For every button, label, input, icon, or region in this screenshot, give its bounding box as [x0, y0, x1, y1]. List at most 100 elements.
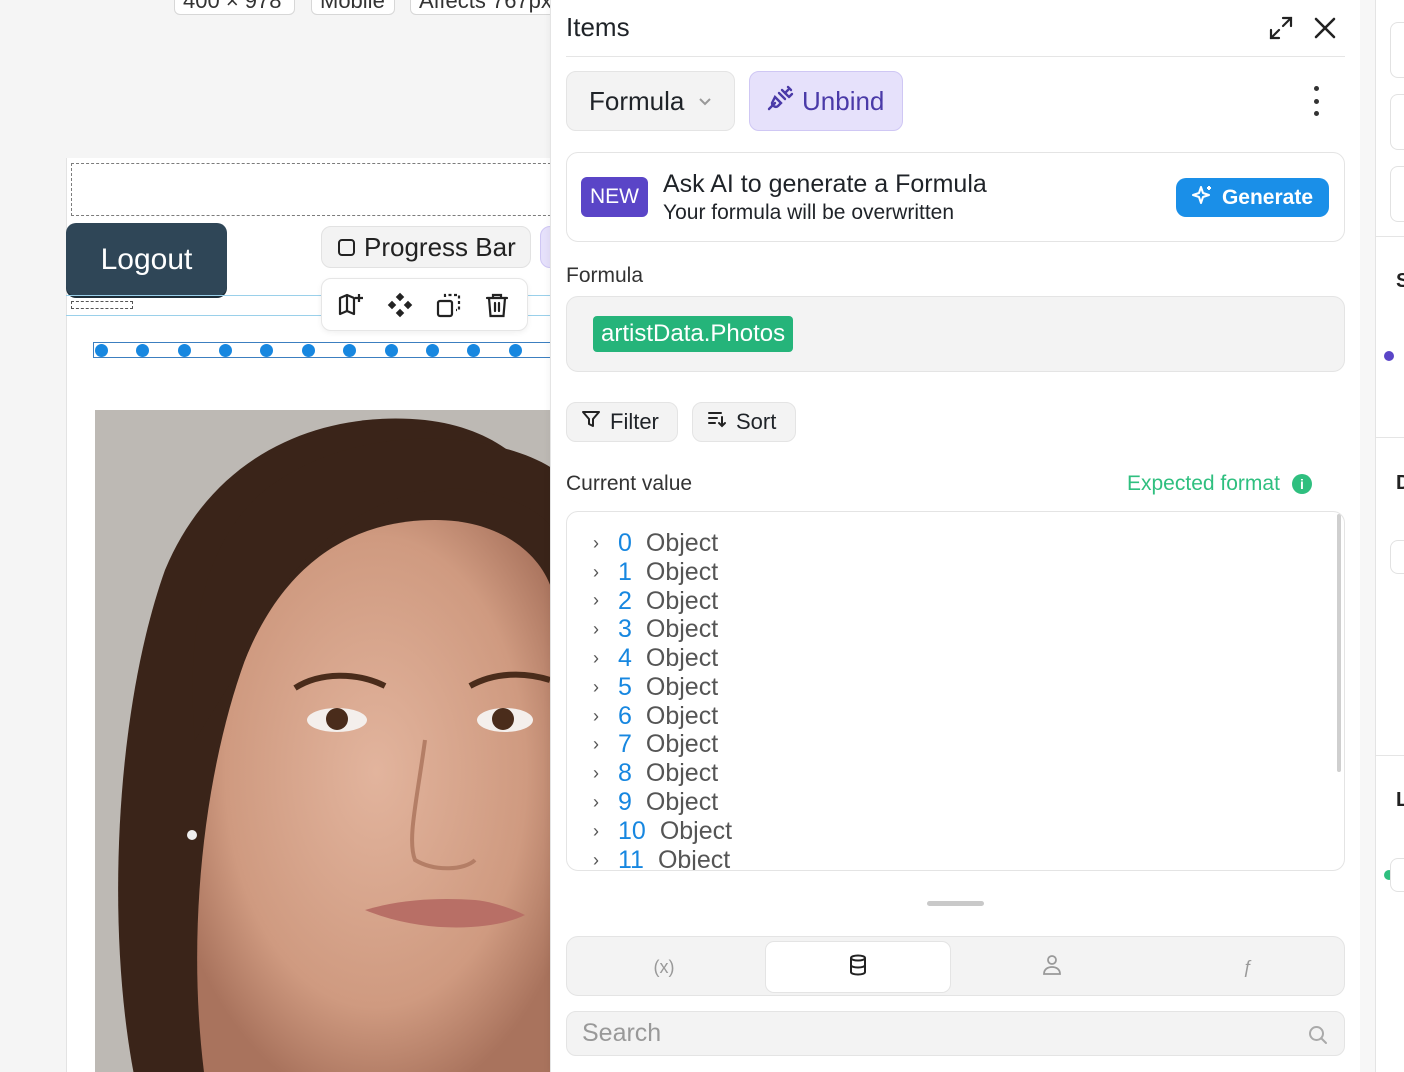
ai-card-subtitle: Your formula will be overwritten	[663, 201, 955, 224]
carousel-dot[interactable]	[385, 344, 398, 357]
formula-editor[interactable]: artistData.Photos	[566, 296, 1345, 372]
tree-value: Object	[645, 788, 719, 817]
chevron-right-icon: ›	[593, 532, 599, 553]
user-tab[interactable]	[959, 941, 1145, 993]
panel-title: Items	[566, 12, 630, 42]
progress-bar-icon	[338, 238, 355, 256]
sidebar-control[interactable]	[1390, 166, 1404, 222]
tree-row[interactable]: › 2 Object	[593, 587, 732, 616]
sidebar-section-letter: L	[1396, 789, 1404, 811]
new-badge: NEW	[581, 177, 648, 217]
database-icon	[848, 954, 868, 981]
search-input[interactable]	[567, 1012, 1344, 1055]
trash-icon[interactable]	[482, 290, 512, 320]
carousel-dot[interactable]	[219, 344, 232, 357]
tree-row[interactable]: › 3 Object	[593, 615, 732, 644]
binding-type-select[interactable]: Formula	[566, 71, 735, 131]
progress-bar-chip[interactable]: Progress Bar	[321, 226, 531, 268]
sparkle-icon	[1191, 184, 1214, 212]
unbind-label: Unbind	[802, 85, 885, 116]
sidebar-section-letter: S	[1396, 270, 1404, 292]
carousel-dot[interactable]	[260, 344, 273, 357]
sidebar-control[interactable]	[1390, 858, 1404, 892]
user-icon	[1042, 954, 1062, 981]
portrait-photo[interactable]	[95, 410, 551, 1072]
small-placeholder[interactable]	[71, 301, 133, 309]
carousel-dots[interactable]	[93, 342, 551, 358]
add-element-icon[interactable]	[337, 290, 367, 320]
sidebar-control[interactable]	[1390, 22, 1404, 78]
carousel-dot[interactable]	[426, 344, 439, 357]
database-tab[interactable]	[765, 941, 951, 993]
chevron-right-icon: ›	[593, 849, 599, 870]
sort-button[interactable]: Sort	[692, 402, 796, 442]
tree-value: Object	[659, 816, 733, 845]
logout-button[interactable]: Logout	[66, 223, 227, 296]
carousel-dot[interactable]	[343, 344, 356, 357]
chevron-down-icon	[698, 93, 712, 109]
tree-value: Object	[645, 644, 719, 673]
tree-key: 10	[618, 816, 646, 845]
tree-row[interactable]: › 6 Object	[593, 702, 732, 731]
duplicate-icon[interactable]	[434, 290, 464, 320]
unbind-button[interactable]: Unbind	[749, 71, 903, 131]
more-options-icon[interactable]	[1303, 86, 1329, 116]
carousel-dot[interactable]	[467, 344, 480, 357]
variables-tab[interactable]: (x)	[571, 941, 757, 993]
carousel-dot[interactable]	[302, 344, 315, 357]
chevron-right-icon: ›	[593, 590, 599, 611]
tree-row[interactable]: › 11 Object	[593, 846, 732, 870]
filter-icon	[581, 409, 601, 435]
chevron-right-icon: ›	[593, 792, 599, 813]
chevron-right-icon: ›	[593, 676, 599, 697]
sidebar-control[interactable]	[1390, 540, 1404, 574]
tree-value: Object	[645, 615, 719, 644]
tree-value: Object	[645, 586, 719, 615]
carousel-dot[interactable]	[509, 344, 522, 357]
tree-key: 1	[618, 557, 632, 586]
sidebar-section-letter: D	[1396, 472, 1404, 494]
properties-sidebar	[1375, 0, 1404, 1072]
empty-container[interactable]	[71, 163, 551, 216]
function-icon: ƒ	[1242, 956, 1253, 977]
tree-row[interactable]: › 5 Object	[593, 673, 732, 702]
tree-row[interactable]: › 0 Object	[593, 529, 732, 558]
carousel-dot[interactable]	[95, 344, 108, 357]
formula-label: Formula	[566, 264, 644, 287]
current-value-viewer[interactable]: › 0 Object › 1 Object › 2 Object › 3 Object › 4 Ob…	[566, 511, 1345, 871]
chevron-right-icon: ›	[593, 561, 599, 582]
expand-icon[interactable]	[1267, 14, 1295, 42]
filter-button[interactable]: Filter	[566, 402, 678, 442]
breakpoint-chip[interactable]: Affects 767px	[410, 0, 551, 15]
generate-label: Generate	[1221, 185, 1314, 209]
sidebar-control[interactable]	[1390, 94, 1404, 150]
tree-row[interactable]: › 9 Object	[593, 788, 732, 817]
tree-key: 6	[618, 701, 632, 730]
device-chip[interactable]: Mobile	[311, 0, 395, 15]
tree-row[interactable]: › 10 Object	[593, 817, 732, 846]
generate-button[interactable]: Generate	[1176, 178, 1329, 217]
filter-label: Filter	[610, 409, 659, 434]
scrollbar[interactable]	[1337, 514, 1341, 772]
tree-row[interactable]: › 7 Object	[593, 730, 732, 760]
formula-token[interactable]: artistData.Photos	[593, 316, 794, 352]
functions-tab[interactable]: ƒ	[1155, 941, 1341, 993]
tree-row[interactable]: › 4 Object	[593, 644, 732, 673]
sort-label: Sort	[736, 409, 777, 434]
sidebar-divider	[1376, 236, 1404, 237]
expected-format-link[interactable]: Expected format i	[1127, 472, 1312, 496]
expected-format-label: Expected format	[1127, 472, 1280, 495]
viewport-size-chip[interactable]: 400 × 978	[174, 0, 295, 15]
tree-row[interactable]: › 8 Object	[593, 759, 732, 788]
header-divider	[566, 56, 1345, 57]
search-field[interactable]	[566, 1011, 1345, 1056]
tree-row[interactable]: › 1 Object	[593, 558, 732, 587]
carousel-dot[interactable]	[136, 344, 149, 357]
tree-value: Object	[645, 701, 719, 730]
editor-canvas: 400 × 978 Mobile Affects 767px Logout Pr…	[0, 0, 551, 1072]
move-icon[interactable]	[385, 290, 415, 320]
resize-handle[interactable]	[927, 901, 984, 906]
binding-type-value: Formula	[589, 85, 685, 116]
carousel-dot[interactable]	[178, 344, 191, 357]
close-icon[interactable]	[1311, 14, 1339, 42]
